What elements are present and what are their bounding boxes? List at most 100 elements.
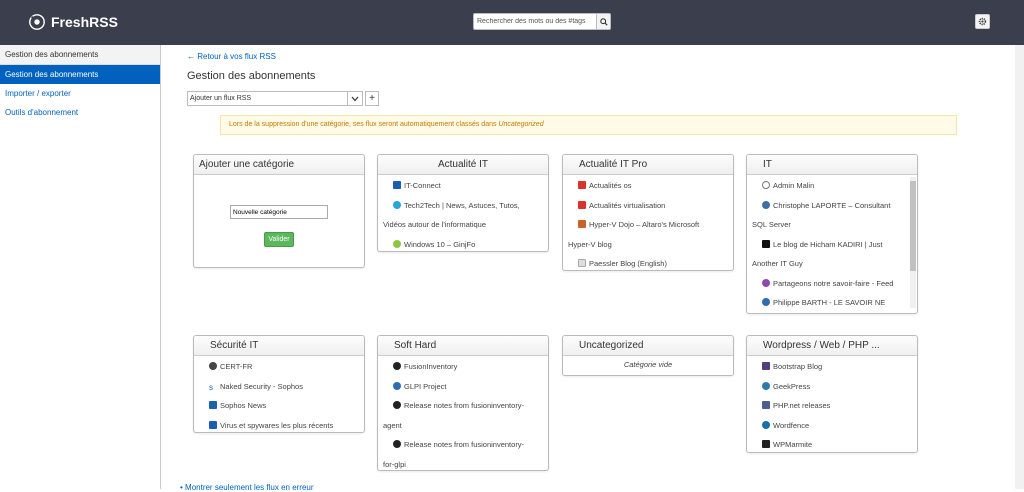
cert-fr-icon: [209, 362, 217, 370]
feed-item[interactable]: Release notes from fusioninventory-: [383, 396, 544, 416]
wordpress-icon: [762, 200, 770, 209]
feed-item[interactable]: PHP.net releases: [752, 396, 913, 416]
feed-item[interactable]: Tech2Tech | News, Astuces, Tutos,: [383, 196, 544, 216]
category-title[interactable]: IT: [747, 155, 917, 175]
feed-list-scroll[interactable]: Admin Malin Christophe LAPORTE – Consult…: [747, 175, 917, 310]
category-box-it: IT Admin Malin Christophe LAPORTE – Cons…: [746, 154, 918, 314]
github-icon: [393, 401, 401, 409]
alert-text: Lors de la suppression d'une catégorie, …: [229, 121, 497, 128]
philippe-barth-icon: [762, 298, 770, 306]
wordfence-icon: [762, 420, 770, 429]
feed-item[interactable]: Partageons notre savoir-faire - Feed: [752, 274, 913, 294]
app-name: FreshRSS: [51, 14, 118, 30]
feed-item[interactable]: Bootstrap Blog: [752, 357, 913, 377]
category-title[interactable]: Actualité IT: [378, 155, 548, 175]
feed-item[interactable]: Virus et spywares les plus récents: [199, 416, 360, 436]
ginjfo-icon: [393, 239, 401, 248]
geekpress-icon: [762, 381, 770, 390]
feed-item[interactable]: CERT-FR: [199, 357, 360, 377]
validate-button[interactable]: Valider: [264, 232, 294, 247]
feed-list: FusionInventory GLPI Project Release not…: [378, 356, 548, 476]
paessler-icon: [578, 259, 586, 267]
feed-item[interactable]: s Naked Security - Sophos: [199, 377, 360, 397]
feed-item[interactable]: Actualités virtualisation: [568, 196, 729, 216]
feed-item[interactable]: Wordfence: [752, 416, 913, 436]
feed-item[interactable]: Hyper-V Dojo – Altaro's Microsoft: [568, 215, 729, 235]
altaro-icon: [578, 220, 586, 228]
feed-item[interactable]: Windows 10 – GinjFo: [383, 235, 544, 255]
feed-item[interactable]: Actualités os: [568, 176, 729, 196]
settings-button[interactable]: [975, 14, 990, 29]
category-title[interactable]: Sécurité IT: [194, 336, 364, 356]
feed-list: Admin Malin Christophe LAPORTE – Consult…: [747, 175, 917, 310]
sidebar: Gestion des abonnements Gestion des abon…: [0, 45, 161, 489]
back-to-feeds-link[interactable]: ← Retour à vos flux RSS: [187, 52, 276, 61]
add-category-box: Ajouter une catégorie Valider: [193, 154, 365, 268]
bootstrap-icon: [762, 362, 770, 370]
feed-item[interactable]: Sophos News: [199, 396, 360, 416]
glpi-icon: [393, 381, 401, 390]
feed-item[interactable]: WPMarmite: [752, 435, 913, 455]
scrollbar-thumb[interactable]: [910, 181, 916, 271]
sidebar-title: Gestion des abonnements: [0, 45, 160, 65]
add-feed-button[interactable]: +: [365, 91, 379, 106]
feed-list: IT-Connect Tech2Tech | News, Astuces, Tu…: [378, 175, 548, 256]
search-button[interactable]: [597, 13, 611, 30]
category-title[interactable]: Uncategorized: [563, 336, 733, 356]
category-title[interactable]: Actualité IT Pro: [563, 155, 733, 175]
feed-item-continued[interactable]: agent: [383, 416, 544, 436]
feed-item[interactable]: Admin Malin: [752, 176, 913, 196]
feed-item-continued[interactable]: Hyper-V blog: [568, 235, 729, 255]
search-bar: [473, 13, 611, 30]
new-category-input[interactable]: [230, 205, 328, 219]
feed-item-continued[interactable]: SQL Server: [752, 215, 913, 235]
show-error-feeds-link[interactable]: • Montrer seulement les flux en erreur: [180, 483, 314, 492]
add-feed-control: Ajouter un flux RSS +: [187, 91, 379, 106]
add-feed-select[interactable]: Ajouter un flux RSS: [187, 91, 348, 106]
feed-item[interactable]: IT-Connect: [383, 176, 544, 196]
sophos-icon: [209, 420, 217, 429]
gear-icon: [978, 17, 987, 26]
feed-list-scrollbar[interactable]: [910, 177, 916, 308]
feed-list: Actualités os Actualités virtualisation …: [563, 175, 733, 276]
naked-security-icon: s: [209, 383, 217, 392]
partageons-icon: [762, 278, 770, 287]
category-box-actualite-it: Actualité IT IT-Connect Tech2Tech | News…: [377, 154, 549, 252]
feed-item[interactable]: FusionInventory: [383, 357, 544, 377]
category-box-soft-hard: Soft Hard FusionInventory GLPI Project R…: [377, 335, 549, 471]
feed-list: CERT-FR s Naked Security - Sophos Sophos …: [194, 356, 364, 437]
category-title[interactable]: Soft Hard: [378, 336, 548, 356]
plus-icon: +: [369, 93, 375, 104]
app-logo[interactable]: FreshRSS: [28, 13, 118, 31]
feed-item-continued[interactable]: for-glpi: [383, 455, 544, 475]
feed-item[interactable]: Philippe BARTH - LE SAVOIR NE: [752, 293, 913, 310]
search-input[interactable]: [473, 13, 597, 30]
feed-list: Bootstrap Blog GeekPress PHP.net release…: [747, 356, 917, 457]
actualites-icon: [578, 200, 586, 209]
feed-item-continued[interactable]: Vidéos autour de l'informatique: [383, 215, 544, 235]
wpmarmite-icon: [762, 440, 770, 448]
hicham-blog-icon: [762, 239, 770, 248]
category-box-securite-it: Sécurité IT CERT-FR s Naked Security - So…: [193, 335, 365, 433]
feed-item[interactable]: Le blog de Hicham KADIRI | Just: [752, 235, 913, 255]
feed-item[interactable]: Release notes from fusioninventory-: [383, 435, 544, 455]
category-title[interactable]: Wordpress / Web / PHP ...: [747, 336, 917, 356]
add-feed-dropdown-button[interactable]: [348, 91, 363, 106]
sidebar-item-import-export[interactable]: Importer / exporter: [0, 84, 160, 103]
feed-item[interactable]: GLPI Project: [383, 377, 544, 397]
box-title: Ajouter une catégorie: [194, 155, 364, 175]
itconnect-icon: [393, 181, 401, 189]
search-icon: [599, 17, 608, 26]
empty-category-label: Catégorie vide: [623, 360, 673, 369]
page-scrollbar[interactable]: [1015, 45, 1024, 489]
feed-item[interactable]: GeekPress: [752, 377, 913, 397]
info-alert: Lors de la suppression d'une catégorie, …: [220, 115, 957, 135]
sidebar-item-manage-subscriptions[interactable]: Gestion des abonnements: [0, 65, 160, 84]
feed-item[interactable]: Paessler Blog (English): [568, 254, 729, 274]
alert-category: Uncategorized: [498, 121, 544, 128]
category-box-wordpress-web-php: Wordpress / Web / PHP ... Bootstrap Blog…: [746, 335, 918, 453]
chevron-down-icon: [351, 96, 359, 101]
feed-item[interactable]: Christophe LAPORTE – Consultant: [752, 196, 913, 216]
sidebar-item-subscription-tools[interactable]: Outils d'abonnement: [0, 103, 160, 122]
feed-item-continued[interactable]: Another IT Guy: [752, 254, 913, 274]
